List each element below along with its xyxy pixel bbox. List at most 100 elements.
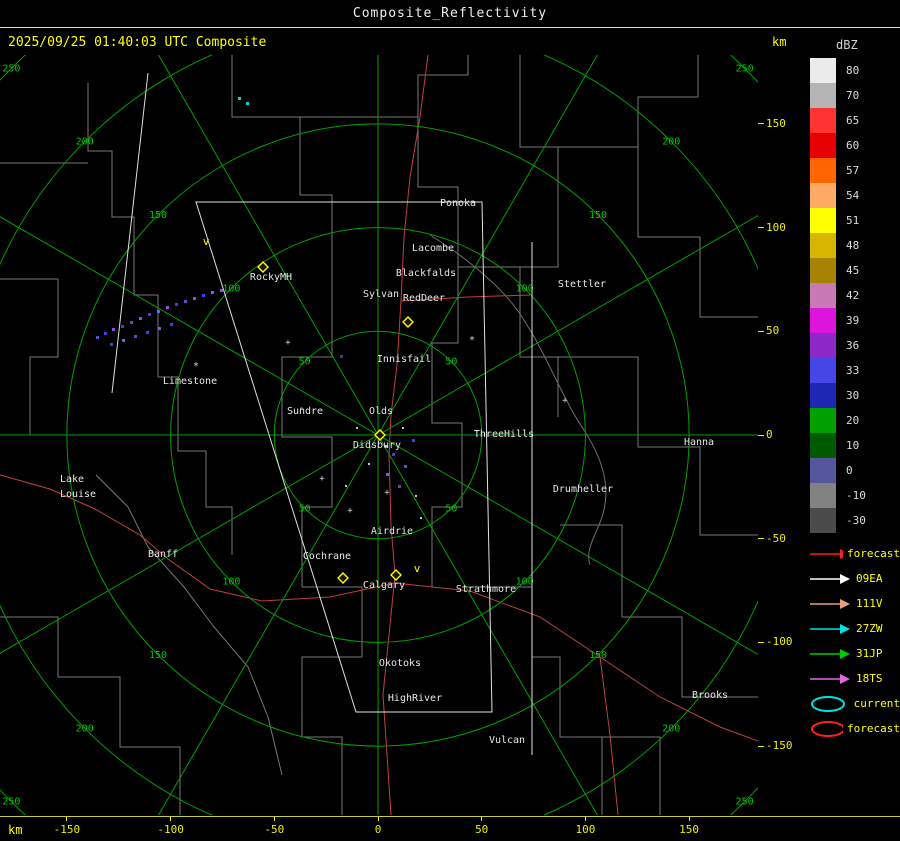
city-label: RedDeer bbox=[403, 293, 445, 304]
colorbar-entry: 80 bbox=[802, 58, 900, 83]
colorbar-swatch bbox=[810, 158, 836, 183]
colorbar-entry: 51 bbox=[802, 208, 900, 233]
legend-arrow-icon bbox=[810, 548, 844, 559]
colorbar-value: 48 bbox=[846, 239, 860, 252]
wind-arrow-icon: v bbox=[203, 235, 210, 248]
asterisk-marker-icon: * bbox=[469, 335, 475, 346]
radar-echo bbox=[202, 294, 205, 297]
legend-item: 09EA bbox=[806, 566, 900, 591]
range-label: 250 bbox=[736, 797, 754, 808]
range-label: 200 bbox=[76, 723, 94, 734]
bottom-axis-tick-label: -100 bbox=[157, 823, 184, 836]
boundary-line bbox=[0, 616, 181, 815]
radar-echo bbox=[166, 306, 169, 309]
radar-echo bbox=[404, 465, 407, 468]
boundary-line bbox=[602, 736, 661, 815]
legend-label: 09EA bbox=[856, 572, 883, 585]
colorbar-entry: 54 bbox=[802, 183, 900, 208]
radar-echo bbox=[148, 313, 151, 316]
range-label: 100 bbox=[222, 577, 240, 588]
city-label: Lake bbox=[60, 474, 84, 485]
boundary-line bbox=[519, 55, 559, 417]
boundary-line bbox=[281, 267, 333, 587]
highway-line bbox=[394, 582, 758, 742]
legend-item: 18TS bbox=[806, 666, 900, 691]
radar-echo bbox=[170, 323, 173, 326]
bottom-axis-tick bbox=[688, 817, 690, 821]
map-dot bbox=[420, 517, 422, 519]
right-axis-tick bbox=[758, 434, 764, 436]
radar-canvas[interactable]: 50 100 150 200 250 50 100 150 200 250 50 100 150 200 2… bbox=[0, 55, 758, 815]
right-axis-tick bbox=[758, 745, 764, 747]
radar-echo bbox=[340, 355, 343, 358]
legend-item: 111V bbox=[806, 591, 900, 616]
city-label: Airdrie bbox=[371, 526, 413, 537]
right-axis-tick-label: -50 bbox=[766, 531, 786, 545]
bottom-axis-tick-label: 100 bbox=[575, 823, 596, 836]
range-label: 150 bbox=[149, 650, 167, 661]
colorbar-swatch bbox=[810, 258, 836, 283]
arrow-head bbox=[840, 673, 850, 684]
colorbar-entry: 48 bbox=[802, 233, 900, 258]
colorbar-value: 30 bbox=[846, 389, 860, 402]
legend-ellipse-icon bbox=[811, 720, 844, 737]
radar-echo bbox=[146, 331, 149, 334]
colorbar-value: 70 bbox=[846, 89, 860, 102]
colorbar-entry: 36 bbox=[802, 333, 900, 358]
right-axis-tick-label: 50 bbox=[766, 324, 780, 338]
radar-echo bbox=[392, 453, 395, 456]
colorbar-swatch bbox=[810, 183, 836, 208]
radar-echo bbox=[112, 328, 115, 331]
legend-item: 27ZW bbox=[806, 616, 900, 641]
radar-echo bbox=[96, 336, 99, 339]
bottom-axis-tick bbox=[170, 817, 172, 821]
colorbar-entry: 30 bbox=[802, 383, 900, 408]
boundary-line bbox=[300, 55, 469, 118]
radar-echo bbox=[238, 97, 241, 100]
legend-label: 18TS bbox=[856, 672, 883, 685]
colorbar-swatch bbox=[810, 83, 836, 108]
plus-marker-icon: + bbox=[384, 488, 390, 498]
right-axis-tick-label: -100 bbox=[766, 635, 793, 649]
city-label: Louise bbox=[60, 489, 96, 500]
city-label: Sylvan bbox=[363, 289, 399, 300]
boundary-line bbox=[558, 356, 758, 536]
legend-label: 27ZW bbox=[856, 622, 883, 635]
range-label: 200 bbox=[662, 723, 680, 734]
colorbar-entry: 10 bbox=[802, 433, 900, 458]
colorbar-entry: 57 bbox=[802, 158, 900, 183]
plus-marker-icon: + bbox=[347, 506, 353, 516]
bottom-axis-tick bbox=[377, 817, 379, 821]
colorbar-swatch bbox=[810, 208, 836, 233]
radar-echo bbox=[157, 310, 160, 313]
colorbar-swatch bbox=[810, 58, 836, 83]
plus-marker-icon: + bbox=[562, 396, 568, 406]
radar-echo bbox=[139, 317, 142, 320]
colorbar-swatch bbox=[810, 483, 836, 508]
colorbar-swatch bbox=[810, 358, 836, 383]
city-label: Lacombe bbox=[412, 243, 454, 254]
radar-map[interactable]: 50 100 150 200 250 50 100 150 200 250 50 100 150 200 2… bbox=[0, 55, 758, 815]
radar-echo bbox=[246, 102, 249, 105]
bottom-axis-tick-label: -150 bbox=[53, 823, 81, 836]
colorbar-entry: 70 bbox=[802, 83, 900, 108]
wind-arrow-icon: v bbox=[414, 562, 421, 575]
legend-item: forecast bbox=[806, 541, 900, 566]
range-label: 50 bbox=[299, 503, 311, 514]
city-label: Stettler bbox=[558, 279, 606, 290]
right-axis-tick bbox=[758, 330, 764, 332]
colorbar-entry: -30 bbox=[802, 508, 900, 533]
ellipse-outline bbox=[811, 695, 845, 712]
colorbar-swatch bbox=[810, 408, 836, 433]
colorbar-value: 65 bbox=[846, 114, 860, 127]
colorbar-value: 57 bbox=[846, 164, 860, 177]
city-label: Vulcan bbox=[489, 735, 525, 746]
radar-echo bbox=[104, 332, 107, 335]
info-bar: 2025/09/25 01:40:03 UTC Composite km bbox=[0, 29, 900, 55]
city-label: Olds bbox=[369, 406, 393, 417]
boundary-line bbox=[0, 278, 59, 436]
bottom-axis-tick bbox=[66, 817, 68, 821]
range-label: 200 bbox=[76, 137, 94, 148]
city-label: HighRiver bbox=[388, 693, 442, 704]
legend-label: 111V bbox=[856, 597, 883, 610]
